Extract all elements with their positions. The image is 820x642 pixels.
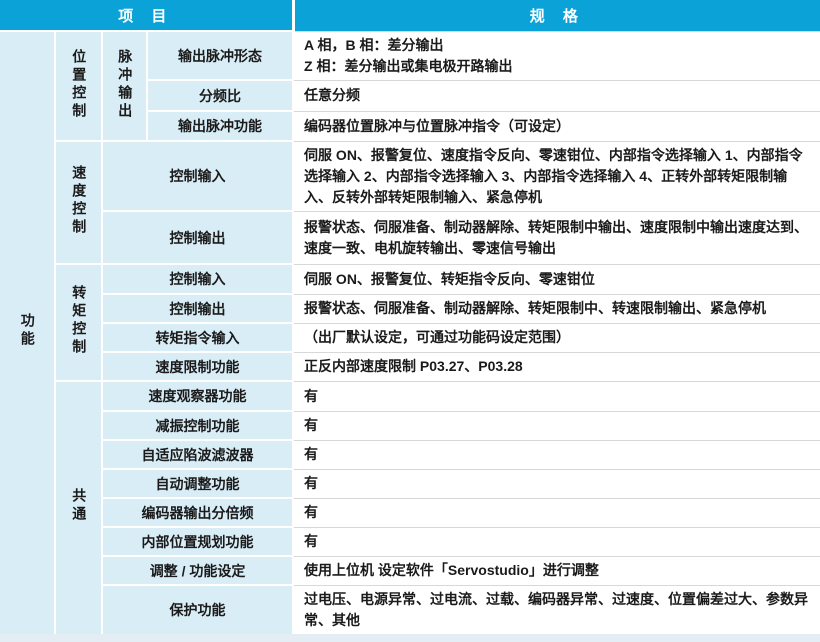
label-cell: 控制输出 xyxy=(102,294,293,323)
label-cell: 编码器输出分倍频 xyxy=(102,498,293,527)
label-cell: 速度限制功能 xyxy=(102,352,293,381)
row-auto-tuning: 自动调整功能 有 xyxy=(0,469,820,498)
bottom-strip xyxy=(0,634,820,642)
spec-cell: 伺服 ON、报警复位、转矩指令反向、零速钳位 xyxy=(293,264,820,294)
spec-cell: （出厂默认设定，可通过功能码设定范围） xyxy=(293,323,820,352)
spec-cell: 有 xyxy=(293,498,820,527)
group-function-label: 功能 xyxy=(19,313,34,349)
label-cell: 控制输入 xyxy=(102,264,293,294)
label-cell: 控制输入 xyxy=(102,141,293,211)
spec-cell: 任意分频 xyxy=(293,80,820,111)
spec-cell: 报警状态、伺服准备、制动器解除、转矩限制中输出、速度限制中输出速度达到、速度一致… xyxy=(293,211,820,264)
row-internal-position-planning: 内部位置规划功能 有 xyxy=(0,527,820,556)
label-cell: 控制输出 xyxy=(102,211,293,264)
label-cell: 减振控制功能 xyxy=(102,411,293,440)
spec-cell: 报警状态、伺服准备、制动器解除、转矩限制中、转速限制输出、紧急停机 xyxy=(293,294,820,323)
row-torque-control-output: 控制输出 报警状态、伺服准备、制动器解除、转矩限制中、转速限制输出、紧急停机 xyxy=(0,294,820,323)
group-pulse-output: 脉冲输出 xyxy=(102,31,147,141)
group-speed-control: 速度控制 xyxy=(55,141,102,264)
row-protection-function: 保护功能 过电压、电源异常、过电流、过载、编码器异常、过速度、位置偏差过大、参数… xyxy=(0,585,820,634)
group-torque-control: 转矩控制 xyxy=(55,264,102,381)
servo-spec-table: 项 目 规 格 功能 位置控制 脉冲输出 输出脉冲形态 A 相，B 相：差分输出… xyxy=(0,0,820,634)
row-output-pulse-form: 功能 位置控制 脉冲输出 输出脉冲形态 A 相，B 相：差分输出 Z 相：差分输… xyxy=(0,31,820,80)
spec-cell: 有 xyxy=(293,469,820,498)
row-speed-limit-function: 速度限制功能 正反内部速度限制 P03.27、P03.28 xyxy=(0,352,820,381)
row-adaptive-notch-filter: 自适应陷波滤波器 有 xyxy=(0,440,820,469)
row-torque-command-input: 转矩指令输入 （出厂默认设定，可通过功能码设定范围） xyxy=(0,323,820,352)
label-cell: 自动调整功能 xyxy=(102,469,293,498)
header-spec: 规 格 xyxy=(293,0,820,31)
group-position-control: 位置控制 xyxy=(55,31,102,141)
label-cell: 内部位置规划功能 xyxy=(102,527,293,556)
header-item: 项 目 xyxy=(0,0,293,31)
spec-cell: 有 xyxy=(293,411,820,440)
label-cell: 保护功能 xyxy=(102,585,293,634)
spec-cell: 正反内部速度限制 P03.27、P03.28 xyxy=(293,352,820,381)
header-row: 项 目 规 格 xyxy=(0,0,820,31)
label-cell: 转矩指令输入 xyxy=(102,323,293,352)
row-vibration-suppression: 减振控制功能 有 xyxy=(0,411,820,440)
spec-cell: 过电压、电源异常、过电流、过载、编码器异常、过速度、位置偏差过大、参数异常、其他 xyxy=(293,585,820,634)
group-speed-control-label: 速度控制 xyxy=(71,165,86,237)
row-speed-control-output: 控制输出 报警状态、伺服准备、制动器解除、转矩限制中输出、速度限制中输出速度达到… xyxy=(0,211,820,264)
spec-cell: 有 xyxy=(293,527,820,556)
label-cell: 自适应陷波滤波器 xyxy=(102,440,293,469)
label-cell: 输出脉冲功能 xyxy=(147,111,293,141)
spec-cell: 使用上位机 设定软件「Servostudio」进行调整 xyxy=(293,556,820,585)
row-speed-control-input: 速度控制 控制输入 伺服 ON、报警复位、速度指令反向、零速钳位、内部指令选择输… xyxy=(0,141,820,211)
group-torque-control-label: 转矩控制 xyxy=(71,285,86,357)
label-cell: 输出脉冲形态 xyxy=(147,31,293,80)
spec-cell: A 相，B 相：差分输出 Z 相：差分输出或集电极开路输出 xyxy=(293,31,820,80)
spec-cell: 编码器位置脉冲与位置脉冲指令（可设定） xyxy=(293,111,820,141)
label-cell: 分频比 xyxy=(147,80,293,111)
row-torque-control-input: 转矩控制 控制输入 伺服 ON、报警复位、转矩指令反向、零速钳位 xyxy=(0,264,820,294)
spec-cell: 伺服 ON、报警复位、速度指令反向、零速钳位、内部指令选择输入 1、内部指令选择… xyxy=(293,141,820,211)
spec-cell: 有 xyxy=(293,381,820,411)
group-pulse-output-label: 脉冲输出 xyxy=(117,49,132,121)
group-position-control-label: 位置控制 xyxy=(71,49,86,121)
group-common: 共通 xyxy=(55,381,102,634)
label-cell: 速度观察器功能 xyxy=(102,381,293,411)
group-common-label: 共通 xyxy=(71,488,86,524)
row-adjust-function-setting: 调整 / 功能设定 使用上位机 设定软件「Servostudio」进行调整 xyxy=(0,556,820,585)
row-speed-observer: 共通 速度观察器功能 有 xyxy=(0,381,820,411)
label-cell: 调整 / 功能设定 xyxy=(102,556,293,585)
spec-cell: 有 xyxy=(293,440,820,469)
row-encoder-output-division: 编码器输出分倍频 有 xyxy=(0,498,820,527)
group-function: 功能 xyxy=(0,31,55,634)
